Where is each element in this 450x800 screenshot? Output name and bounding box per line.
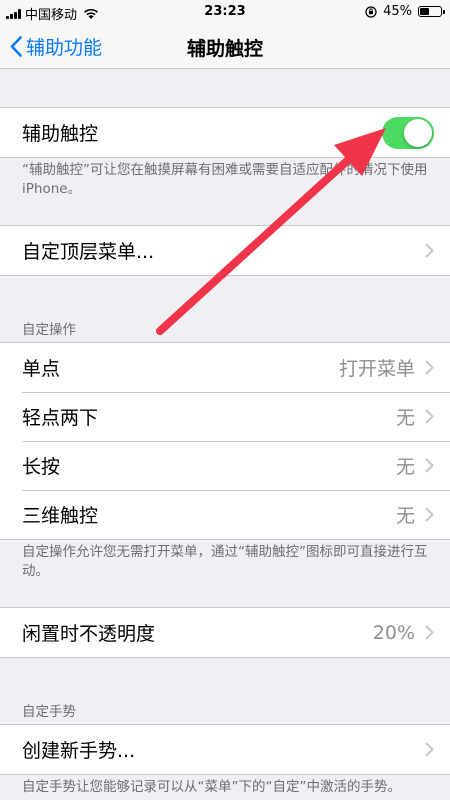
action-value: 无	[395, 505, 415, 527]
action-label: 轻点两下	[22, 407, 99, 429]
idle-opacity-row[interactable]: 闲置时不透明度 20%	[0, 608, 450, 657]
idle-opacity-group: 闲置时不透明度 20%	[0, 607, 450, 658]
orientation-lock-icon	[365, 5, 377, 18]
chevron-right-icon	[425, 409, 434, 424]
create-gesture-row[interactable]: 创建新手势...	[0, 725, 450, 774]
assistive-touch-row: 辅助触控	[0, 108, 450, 157]
action-label: 长按	[22, 456, 61, 478]
custom-actions-header: 自定操作	[22, 322, 76, 338]
chevron-right-icon	[425, 507, 434, 522]
battery-percent: 45%	[383, 4, 412, 19]
battery-level	[420, 8, 429, 15]
chevron-right-icon	[425, 458, 434, 473]
custom-gestures-group: 创建新手势...	[0, 724, 450, 775]
idle-opacity-label: 闲置时不透明度	[22, 623, 156, 645]
custom-actions-group: 单点 打开菜单 轻点两下 无 长按 无 三维触控 无	[0, 342, 450, 540]
page-title: 辅助触控	[186, 38, 263, 60]
chevron-right-icon	[425, 360, 434, 375]
action-value: 无	[395, 456, 415, 478]
custom-actions-description: 自定操作允许您无需打开菜单，通过“辅助触控”图标即可直接进行互动。	[22, 544, 428, 579]
assistive-touch-group: 辅助触控	[0, 107, 450, 158]
create-gesture-label: 创建新手势...	[22, 740, 136, 762]
assistive-touch-toggle[interactable]	[382, 116, 434, 149]
custom-gestures-description: 自定手势让您能够记录可以从“菜单”下的“自定”中激活的手势。	[22, 779, 401, 795]
action-value: 打开菜单	[338, 358, 415, 380]
chevron-right-icon	[425, 742, 434, 757]
assistive-touch-label: 辅助触控	[22, 123, 99, 145]
chevron-right-icon	[425, 243, 434, 258]
custom-gestures-header: 自定手势	[22, 704, 76, 720]
action-value: 无	[395, 407, 415, 429]
action-label: 单点	[22, 358, 61, 380]
action-row-single-tap[interactable]: 单点 打开菜单	[0, 343, 450, 392]
action-label: 三维触控	[22, 505, 99, 527]
customize-menu-group: 自定顶层菜单...	[0, 225, 450, 276]
customize-top-menu-row[interactable]: 自定顶层菜单...	[0, 226, 450, 275]
action-row-long-press[interactable]: 长按 无	[0, 441, 450, 490]
navigation-bar: 辅助功能 辅助触控	[0, 24, 450, 69]
battery-icon	[418, 6, 445, 17]
status-right: 45%	[365, 4, 445, 19]
action-row-double-tap[interactable]: 轻点两下 无	[0, 392, 450, 441]
action-row-3d-touch[interactable]: 三维触控 无	[0, 490, 450, 539]
customize-top-menu-label: 自定顶层菜单...	[22, 241, 155, 263]
status-bar: 中国移动 23:23 45%	[0, 0, 450, 24]
idle-opacity-value: 20%	[372, 621, 415, 644]
assistive-touch-description: “辅助触控”可让您在触摸屏幕有困难或需要自适应配件的情况下使用 iPhone。	[22, 162, 428, 197]
toggle-knob	[404, 118, 432, 147]
chevron-right-icon	[425, 625, 434, 640]
